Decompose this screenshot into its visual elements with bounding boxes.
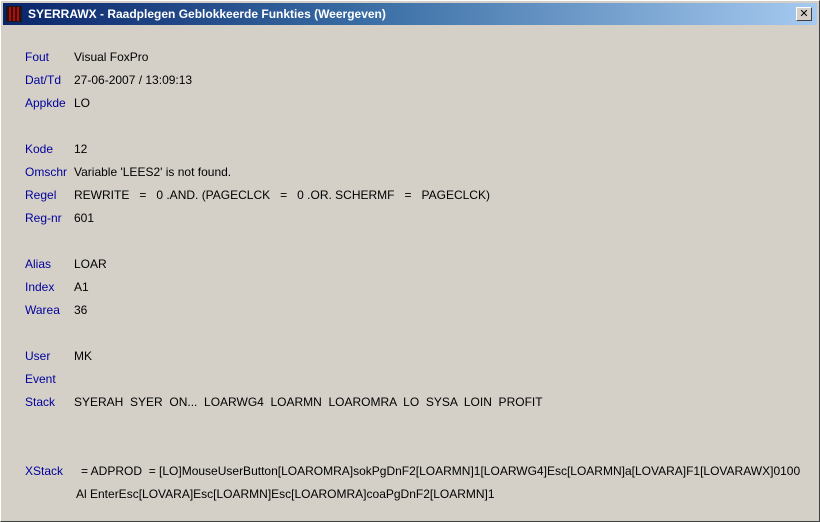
index-label: Index — [25, 280, 55, 294]
title-bar[interactable]: SYERRAWX - Raadplegen Geblokkeerde Funkt… — [3, 3, 817, 25]
regel-label: Regel — [25, 188, 57, 202]
window-title: SYERRAWX - Raadplegen Geblokkeerde Funkt… — [28, 7, 386, 21]
close-icon[interactable]: ✕ — [796, 7, 812, 21]
warea-value: 36 — [74, 303, 88, 317]
xstack-line-1: = ADPROD = [LO]MouseUserButton[LOAROMRA]… — [81, 464, 801, 478]
xstack-label: XStack — [25, 464, 64, 478]
kode-value: 12 — [74, 142, 88, 156]
dialog-window: SYERRAWX - Raadplegen Geblokkeerde Funkt… — [0, 0, 820, 522]
xstack-line-2: Al EnterEsc[LOVARA]Esc[LOARMN]Esc[LOAROM… — [76, 487, 495, 501]
alias-label: Alias — [25, 257, 52, 271]
regnr-value: 601 — [74, 211, 95, 225]
regel-value: REWRITE = 0 .AND. (PAGECLCK = 0 .OR. SCH… — [74, 188, 490, 202]
appkde-value: LO — [74, 96, 91, 110]
appkde-label: Appkde — [25, 96, 66, 110]
alias-value: LOAR — [74, 257, 107, 271]
kode-label: Kode — [25, 142, 54, 156]
fout-value: Visual FoxPro — [74, 50, 149, 64]
fout-label: Fout — [25, 50, 50, 64]
omschr-label: Omschr — [25, 165, 67, 179]
dattd-value: 27-06-2007 / 13:09:13 — [74, 73, 193, 87]
app-icon[interactable] — [6, 6, 22, 22]
user-value: MK — [74, 349, 92, 363]
stack-label: Stack — [25, 395, 56, 409]
stack-value: SYERAH SYER ON... LOARWG4 LOARMN LOAROMR… — [74, 395, 543, 409]
dattd-label: Dat/Td — [25, 73, 62, 87]
regnr-label: Reg-nr — [25, 211, 62, 225]
index-value: A1 — [74, 280, 89, 294]
warea-label: Warea — [25, 303, 60, 317]
omschr-value: Variable 'LEES2' is not found. — [74, 165, 232, 179]
user-label: User — [25, 349, 51, 363]
error-details-panel: Fout Visual FoxPro Dat/Td 27-06-2007 / 1… — [3, 25, 817, 519]
event-label: Event — [25, 372, 56, 386]
